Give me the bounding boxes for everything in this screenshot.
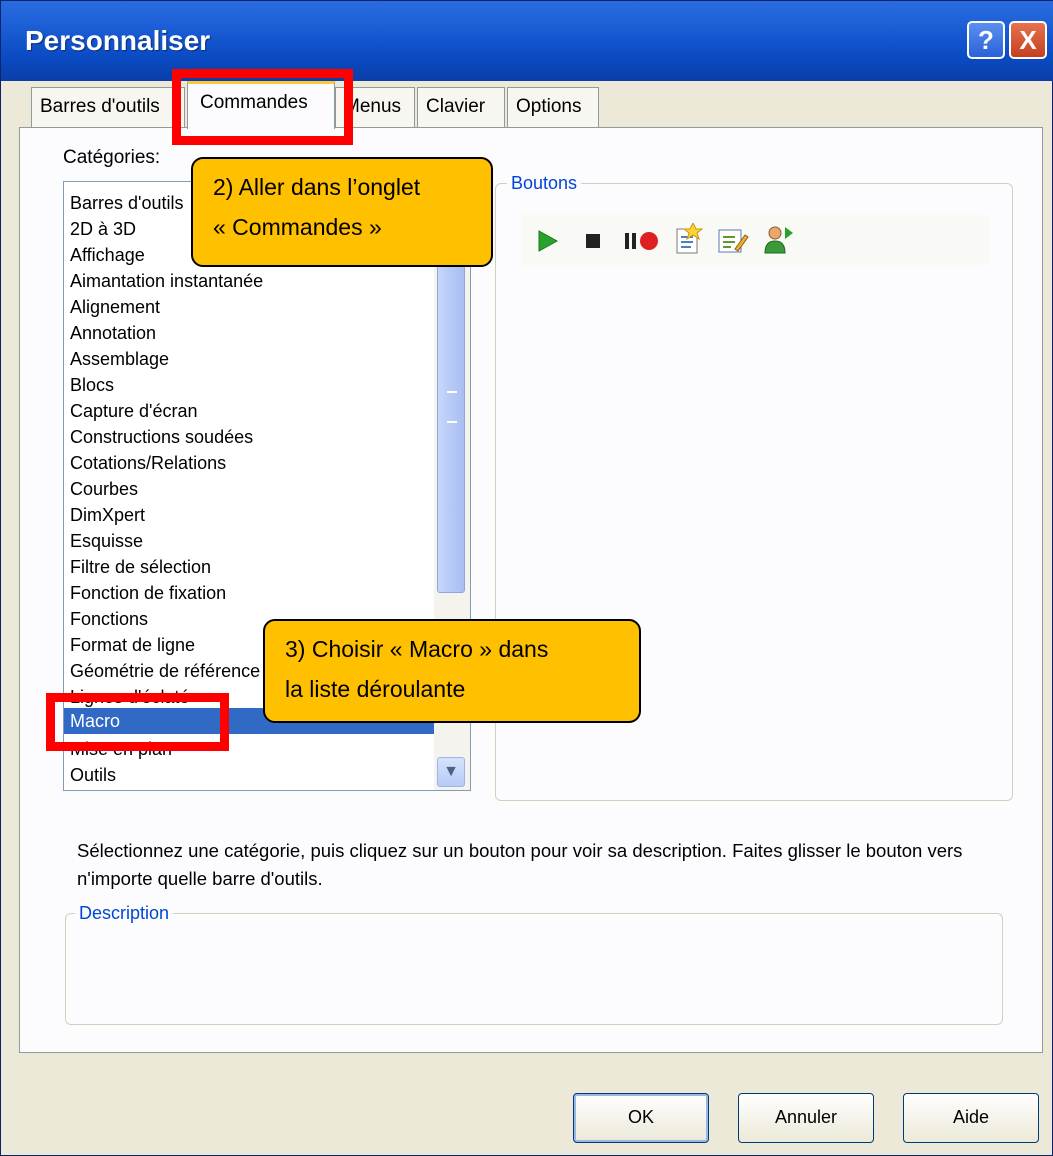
list-item[interactable]: Barres d'outils — [70, 190, 183, 216]
list-item[interactable]: Capture d'écran — [70, 398, 198, 424]
ok-button[interactable]: OK — [573, 1093, 709, 1143]
list-item[interactable]: Affichage — [70, 242, 145, 268]
list-item[interactable]: Fonctions — [70, 606, 148, 632]
list-item[interactable]: Courbes — [70, 476, 138, 502]
scroll-down-icon[interactable]: ▼ — [437, 757, 465, 787]
callout-step-3: 3) Choisir « Macro » dans la liste dérou… — [263, 619, 641, 723]
new-macro-icon[interactable] — [673, 223, 703, 255]
callout-step-2-line-2: « Commandes » — [213, 214, 382, 240]
list-item[interactable]: Format de ligne — [70, 632, 195, 658]
commandes-tab-highlight — [172, 69, 353, 145]
tab-clavier[interactable]: Clavier — [417, 87, 505, 127]
list-item[interactable]: Géométrie de référence — [70, 658, 260, 684]
scroll-grip-icon — [447, 391, 457, 423]
list-item[interactable]: Constructions soudées — [70, 424, 253, 450]
record-pause-macro-icon[interactable] — [623, 227, 663, 255]
edit-macro-icon[interactable] — [717, 227, 749, 255]
list-item[interactable]: Alignement — [70, 294, 160, 320]
buttons-group-legend: Boutons — [507, 173, 582, 194]
customize-dialog: Personnaliser ? X Barres d'outils Comman… — [0, 0, 1053, 1156]
close-icon[interactable]: X — [1009, 21, 1047, 59]
list-item[interactable]: Fonction de fixation — [70, 580, 226, 606]
list-item[interactable]: 2D à 3D — [70, 216, 136, 242]
categories-label: Catégories: — [63, 147, 161, 168]
list-item[interactable]: Aimantation instantanée — [70, 268, 263, 294]
list-item[interactable]: Esquisse — [70, 528, 143, 554]
list-item[interactable]: Assemblage — [70, 346, 169, 372]
list-item[interactable]: Blocs — [70, 372, 114, 398]
help-button[interactable]: Aide — [903, 1093, 1039, 1143]
run-macro-icon[interactable] — [533, 227, 561, 255]
list-item[interactable]: Annotation — [70, 320, 156, 346]
stop-macro-icon[interactable] — [579, 227, 607, 255]
customize-macro-icon[interactable] — [761, 223, 795, 255]
callout-step-3-line-1: 3) Choisir « Macro » dans — [285, 636, 549, 662]
tab-options[interactable]: Options — [507, 87, 599, 127]
callout-step-3-line-2: la liste déroulante — [285, 676, 466, 702]
cancel-button[interactable]: Annuler — [738, 1093, 874, 1143]
instructions-text: Sélectionnez une catégorie, puis cliquez… — [77, 840, 963, 889]
callout-step-2-line-1: 2) Aller dans l’onglet — [213, 174, 421, 200]
help-icon[interactable]: ? — [967, 21, 1005, 59]
description-group — [65, 913, 1003, 1025]
list-item[interactable]: Cotations/Relations — [70, 450, 226, 476]
title-bar[interactable]: Personnaliser ? X — [1, 1, 1053, 81]
window-title: Personnaliser — [25, 25, 211, 56]
list-item[interactable]: Filtre de sélection — [70, 554, 211, 580]
tab-barres-d-outils[interactable]: Barres d'outils — [31, 87, 185, 127]
list-item[interactable]: Outils — [70, 762, 116, 788]
list-item[interactable]: DimXpert — [70, 502, 145, 528]
macro-item-highlight — [46, 693, 229, 751]
callout-step-2: 2) Aller dans l’onglet « Commandes » — [191, 157, 493, 267]
description-group-legend: Description — [75, 903, 174, 924]
